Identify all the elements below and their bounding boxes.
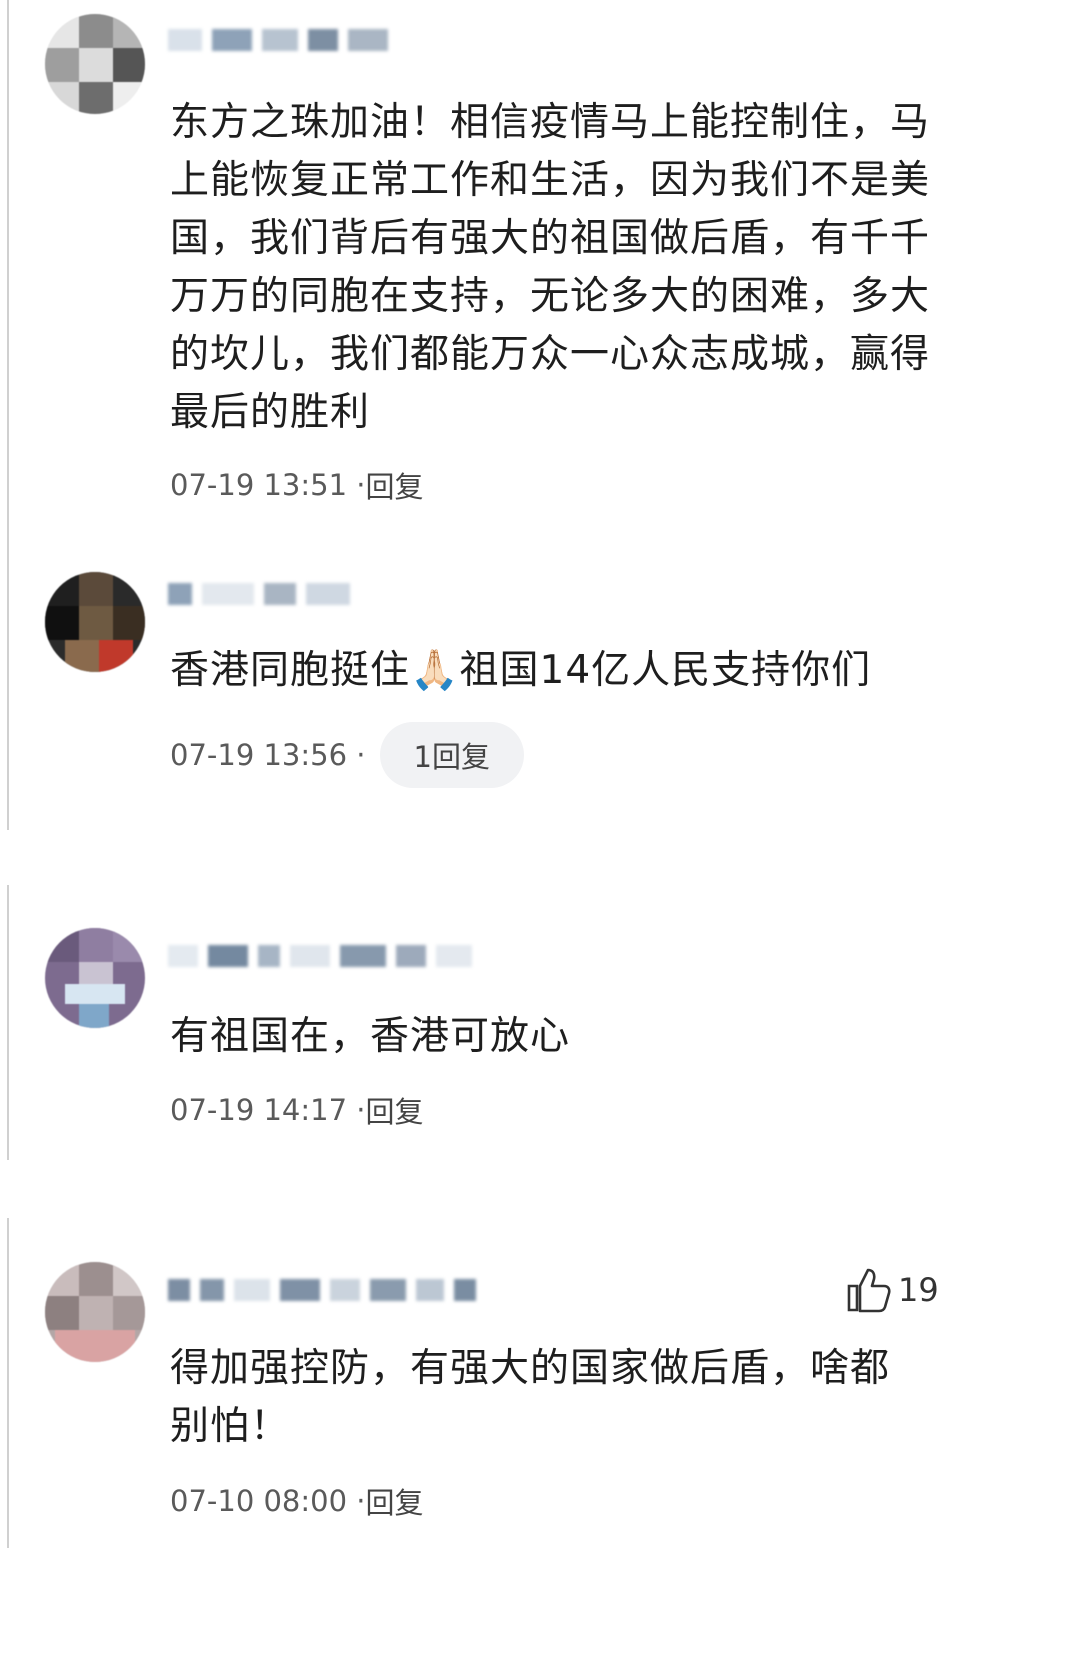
timestamp: 07-19 13:56 · bbox=[170, 738, 366, 772]
view-replies-button[interactable]: 1回复 bbox=[379, 722, 524, 788]
reply-button[interactable]: 回复 bbox=[366, 464, 424, 506]
username-blurred[interactable] bbox=[168, 24, 388, 56]
comment-text: 香港同胞挺住🙏🏻祖国14亿人民支持你们 bbox=[170, 648, 872, 693]
timestamp: 07-10 08:00 · bbox=[170, 1484, 366, 1518]
comment-meta: 07-19 14:17 · 回复 bbox=[170, 1089, 424, 1131]
thumbs-up-icon bbox=[847, 1268, 891, 1313]
like-button[interactable]: 19 bbox=[846, 1266, 939, 1314]
username-blurred[interactable] bbox=[168, 1274, 476, 1306]
comment-text: 东方之珠加油！相信疫情马上能控制住，马上能恢复正常工作和生活，因为我们不是美国，… bbox=[170, 100, 931, 435]
timestamp: 07-19 14:17 · bbox=[170, 1093, 366, 1127]
comment-meta: 07-19 13:56 · 1回复 bbox=[170, 722, 524, 788]
avatar[interactable] bbox=[45, 14, 145, 114]
avatar[interactable] bbox=[45, 928, 145, 1028]
comment-meta: 07-19 13:51 · 回复 bbox=[170, 464, 424, 506]
avatar[interactable] bbox=[45, 572, 145, 672]
comment-meta: 07-10 08:00 · 回复 bbox=[170, 1480, 424, 1522]
username-blurred[interactable] bbox=[168, 940, 472, 972]
comment-text: 有祖国在，香港可放心 bbox=[170, 1014, 571, 1059]
thread-line bbox=[7, 885, 9, 1160]
avatar[interactable] bbox=[45, 1262, 145, 1362]
thread-line bbox=[7, 0, 9, 830]
comment-text: 得加强控防，有强大的国家做后盾，啥都别怕！ bbox=[170, 1346, 891, 1449]
timestamp: 07-19 13:51 · bbox=[170, 468, 366, 502]
like-count: 19 bbox=[898, 1271, 939, 1309]
reply-button[interactable]: 回复 bbox=[366, 1089, 424, 1131]
username-blurred[interactable] bbox=[168, 578, 350, 610]
reply-button[interactable]: 回复 bbox=[366, 1480, 424, 1522]
thread-line bbox=[7, 1218, 9, 1548]
